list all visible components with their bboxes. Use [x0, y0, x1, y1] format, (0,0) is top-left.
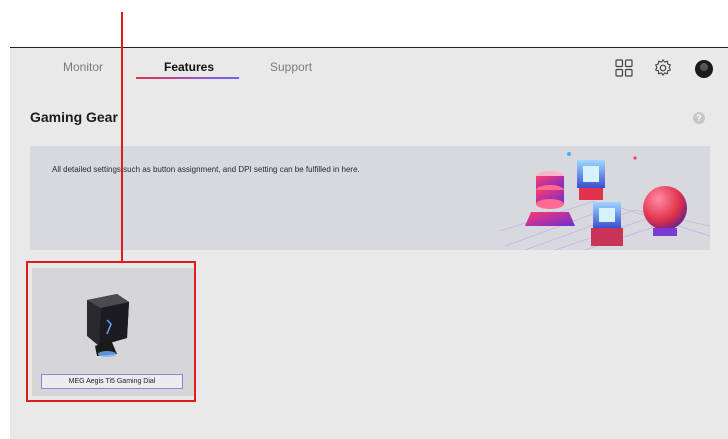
top-tab-bar: Monitor Features Support [10, 48, 728, 86]
banner-description: All detailed settings such as button ass… [52, 165, 360, 174]
gear-icon[interactable] [653, 58, 673, 78]
tab-features[interactable]: Features [164, 60, 214, 74]
grid-icon[interactable] [614, 58, 634, 78]
annotation-highlight-box [26, 261, 196, 402]
annotation-pointer-line [121, 12, 123, 261]
active-tab-indicator [136, 77, 239, 79]
tab-support[interactable]: Support [270, 60, 312, 74]
page-title: Gaming Gear [30, 109, 118, 125]
avatar[interactable] [695, 60, 713, 78]
help-icon[interactable]: ? [693, 112, 705, 124]
info-banner: All detailed settings such as button ass… [30, 146, 710, 250]
banner-illustration [499, 152, 710, 250]
tab-monitor[interactable]: Monitor [63, 60, 103, 74]
